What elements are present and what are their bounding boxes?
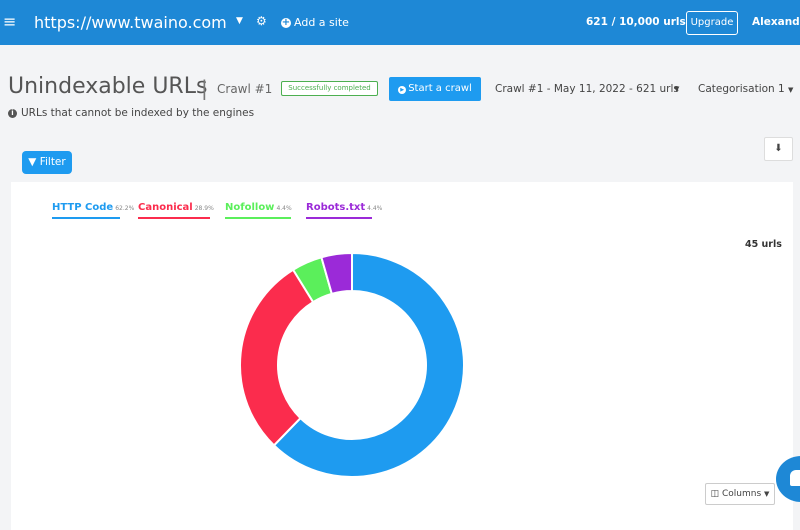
legend-canonical[interactable]: Canonical 28.9% bbox=[138, 202, 214, 219]
total-urls-label: 45 urls bbox=[745, 239, 782, 250]
legend-pct: 28.9% bbox=[194, 205, 214, 212]
user-menu[interactable]: Alexandre bbox=[752, 16, 800, 28]
legend-underline bbox=[306, 217, 372, 219]
top-bar: ≡ https://www.twaino.com ▼ ⚙ + Add a sit… bbox=[0, 0, 800, 45]
categorisation-caret-icon: ▼ bbox=[788, 86, 794, 94]
legend-underline bbox=[52, 217, 120, 219]
title-separator: | bbox=[201, 76, 208, 100]
legend-pct: 4.4% bbox=[367, 205, 383, 212]
legend-pct: 62.2% bbox=[115, 205, 135, 212]
funnel-icon: ▼ bbox=[28, 156, 37, 168]
add-site-label: Add a site bbox=[294, 16, 349, 29]
plus-circle-icon: + bbox=[281, 16, 291, 28]
download-icon: ⬇ bbox=[774, 143, 783, 154]
legend-nofollow[interactable]: Nofollow 4.4% bbox=[225, 202, 292, 219]
caret-down-icon[interactable]: ▼ bbox=[236, 16, 243, 26]
legend-underline bbox=[138, 217, 210, 219]
site-url[interactable]: https://www.twaino.com bbox=[34, 13, 227, 32]
upgrade-button[interactable]: Upgrade bbox=[686, 11, 738, 35]
chart-card: HTTP Code 62.2% Canonical 28.9% Nofollow 4.… bbox=[11, 182, 793, 530]
gear-icon[interactable]: ⚙ bbox=[256, 14, 267, 28]
legend-pct: 4.4% bbox=[276, 205, 292, 212]
page-subtitle: i URLs that cannot be indexed by the eng… bbox=[8, 107, 254, 119]
download-button[interactable]: ⬇ bbox=[764, 137, 793, 161]
legend-robots-txt[interactable]: Robots.txt 4.4% bbox=[306, 202, 382, 219]
url-quota: 621 / 10,000 urls bbox=[586, 16, 686, 28]
crawl-select-caret-icon[interactable]: ▼ bbox=[674, 85, 679, 93]
filter-button[interactable]: ▼ Filter bbox=[22, 151, 72, 174]
hamburger-icon[interactable]: ≡ bbox=[3, 12, 16, 31]
chat-bubble-glyph bbox=[790, 470, 800, 486]
filter-label: Filter bbox=[39, 156, 66, 168]
categorisation-select[interactable]: Categorisation 1 ▼ bbox=[698, 83, 793, 95]
add-site-button[interactable]: + Add a site bbox=[281, 16, 349, 29]
legend-label: Nofollow bbox=[225, 202, 275, 213]
columns-icon: ◫ bbox=[710, 489, 720, 499]
legend-http-code[interactable]: HTTP Code 62.2% bbox=[52, 202, 134, 219]
info-circle-icon: i bbox=[8, 108, 17, 118]
start-crawl-button[interactable]: ▶ Start a crawl bbox=[389, 77, 481, 101]
play-circle-icon: ▶ bbox=[398, 86, 407, 94]
columns-button[interactable]: ◫ Columns ▼ bbox=[705, 483, 775, 505]
start-crawl-label: Start a crawl bbox=[408, 83, 472, 94]
legend-label: Canonical bbox=[138, 202, 193, 213]
subtitle-text: URLs that cannot be indexed by the engin… bbox=[21, 107, 255, 119]
page-title: Unindexable URLs bbox=[8, 74, 208, 99]
legend-label: Robots.txt bbox=[306, 202, 366, 213]
categorisation-label: Categorisation 1 bbox=[698, 83, 785, 95]
legend-underline bbox=[225, 217, 291, 219]
legend-label: HTTP Code bbox=[52, 202, 114, 213]
crawl-label: Crawl #1 bbox=[217, 82, 273, 96]
crawl-select[interactable]: Crawl #1 - May 11, 2022 - 621 urls bbox=[495, 83, 679, 95]
status-badge: Successfully completed bbox=[281, 81, 378, 96]
columns-label: Columns bbox=[721, 489, 762, 499]
donut-chart bbox=[240, 253, 464, 477]
columns-caret-icon: ▼ bbox=[764, 490, 770, 498]
